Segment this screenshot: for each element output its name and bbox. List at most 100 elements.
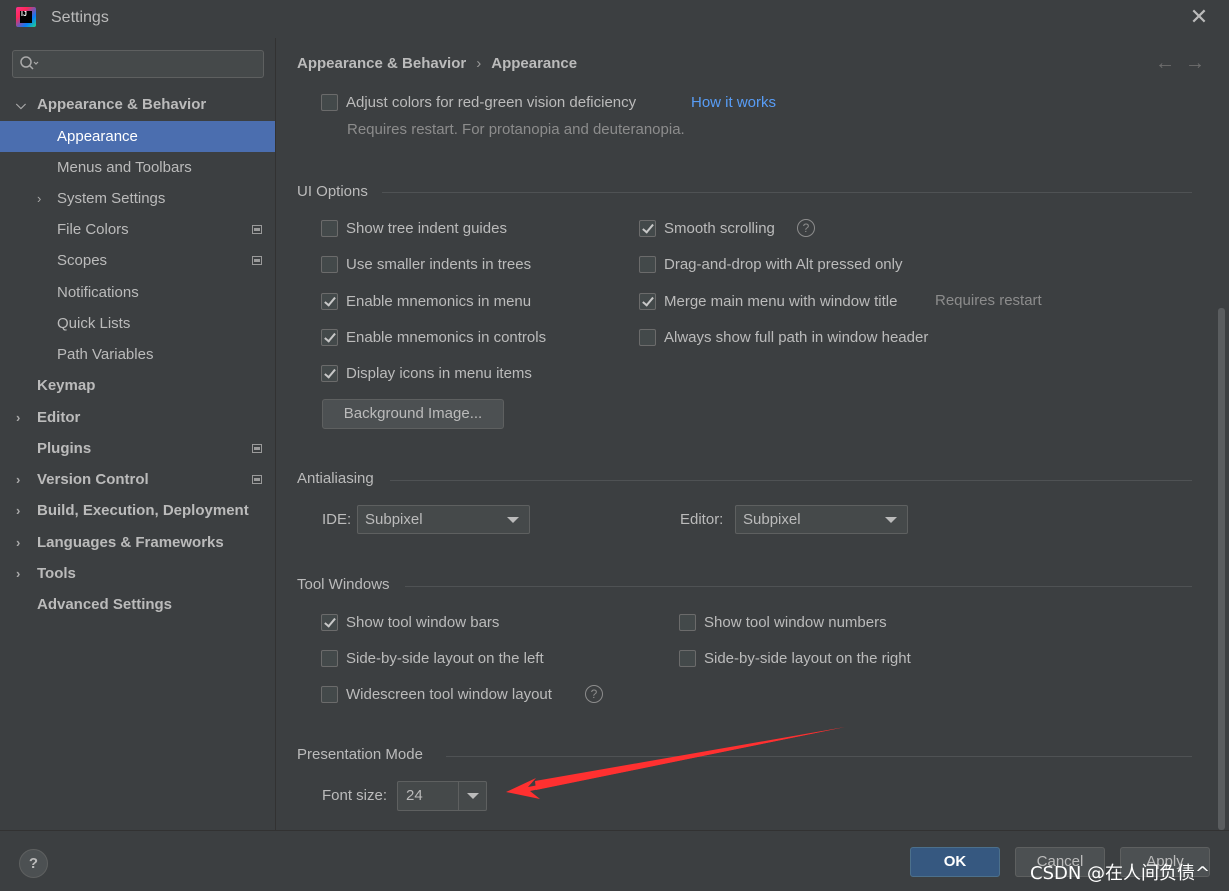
chevron-right-icon[interactable]: › [16,495,30,526]
checkbox[interactable] [679,650,696,667]
editor-antialiasing-select[interactable]: Subpixel [735,505,908,534]
checkbox-checked[interactable] [321,365,338,382]
option-tool-window-bars[interactable]: Show tool window bars [321,612,621,634]
option-tree-indent-guides[interactable]: Show tree indent guides [321,218,621,240]
checkbox[interactable] [321,256,338,273]
option-side-by-side-left[interactable]: Side-by-side layout on the left [321,648,621,670]
antialiasing-title: Antialiasing [297,470,374,487]
option-drag-drop-alt[interactable]: Drag-and-drop with Alt pressed only [639,254,959,276]
sidebar-item-appearance[interactable]: Appearance [0,121,275,152]
checkbox[interactable] [639,256,656,273]
how-it-works-link[interactable]: How it works [691,92,776,114]
vision-deficiency-hint: Requires restart. For protanopia and deu… [347,121,685,138]
editor-antialiasing-value: Subpixel [743,511,801,528]
background-image-button[interactable]: Background Image... [322,399,504,429]
editor-antialiasing-label: Editor: [680,511,724,528]
forward-arrow-icon[interactable]: → [1185,52,1215,74]
checkbox-checked[interactable] [639,220,656,237]
chevron-right-icon[interactable]: › [16,527,30,558]
ui-options-title: UI Options [297,183,368,200]
sidebar-item-keymap[interactable]: Keymap [0,370,275,401]
project-level-icon [252,444,262,453]
breadcrumb-separator: › [476,55,482,72]
settings-sidebar: ⌵ Appearance & Behavior Appearance Menus… [0,38,275,830]
search-field[interactable] [12,50,264,78]
option-full-path-header[interactable]: Always show full path in window header [639,327,979,349]
settings-content: Appearance & Behavior › Appearance ←→ Adju… [275,38,1229,830]
sidebar-item-tools[interactable]: › Tools [0,558,275,589]
chevron-down-icon[interactable]: ⌵ [16,89,30,120]
project-level-icon [252,256,262,265]
window-title: Settings [51,9,109,26]
requires-restart-hint: Requires restart [935,292,1042,309]
watermark-text: CSDN @在人间负债^ [1030,863,1211,884]
checkbox-checked[interactable] [321,329,338,346]
back-arrow-icon[interactable]: ← [1155,52,1185,74]
search-input[interactable] [45,55,255,73]
search-icon [19,55,39,77]
option-mnemonics-controls[interactable]: Enable mnemonics in controls [321,327,621,349]
vision-deficiency-checkbox[interactable] [321,94,338,111]
chevron-right-icon[interactable]: › [16,464,30,495]
option-mnemonics-menu[interactable]: Enable mnemonics in menu [321,291,621,313]
sidebar-item-system-settings[interactable]: › System Settings [0,183,275,214]
section-divider [390,480,1192,481]
option-smooth-scrolling[interactable]: Smooth scrolling ? [639,218,939,240]
sidebar-item-scopes[interactable]: Scopes [0,245,275,276]
font-size-value[interactable]: 24 [406,782,423,810]
help-icon[interactable]: ? [585,685,603,703]
sidebar-item-notifications[interactable]: Notifications [0,277,275,308]
dialog-footer: ? OK Cancel Apply CSDN @在人间负债^ [0,830,1229,891]
combo-divider [458,782,459,810]
sidebar-item-advanced-settings[interactable]: Advanced Settings [0,589,275,620]
font-size-combo[interactable]: 24 [397,781,487,811]
dropdown-arrow-icon[interactable] [467,793,479,799]
sidebar-item-languages-frameworks[interactable]: › Languages & Frameworks [0,527,275,558]
font-size-label: Font size: [322,787,388,804]
option-smaller-indents[interactable]: Use smaller indents in trees [321,254,621,276]
breadcrumb-parent[interactable]: Appearance & Behavior [297,55,466,72]
help-button[interactable]: ? [19,849,48,878]
chevron-right-icon[interactable]: › [16,558,30,589]
chevron-right-icon[interactable]: › [37,183,51,214]
sidebar-item-quick-lists[interactable]: Quick Lists [0,308,275,339]
checkbox[interactable] [321,686,338,703]
project-level-icon [252,475,262,484]
help-icon[interactable]: ? [797,219,815,237]
presentation-mode-title: Presentation Mode [297,746,423,763]
checkbox-checked[interactable] [321,614,338,631]
title-bar: IJ Settings ✕ [0,0,1229,38]
sidebar-item-menus-toolbars[interactable]: Menus and Toolbars [0,152,275,183]
ide-antialiasing-select[interactable]: Subpixel [357,505,530,534]
tool-windows-title: Tool Windows [297,576,390,593]
sidebar-item-version-control[interactable]: › Version Control [0,464,275,495]
vision-deficiency-option[interactable]: Adjust colors for red-green vision defic… [321,92,921,114]
project-level-icon [252,225,262,234]
checkbox[interactable] [679,614,696,631]
option-widescreen-layout[interactable]: Widescreen tool window layout ? [321,684,621,706]
sidebar-item-build-execution-deployment[interactable]: › Build, Execution, Deployment [0,495,275,526]
option-merge-main-menu[interactable]: Merge main menu with window title Requir… [639,291,1099,313]
chevron-right-icon[interactable]: › [16,402,30,433]
checkbox[interactable] [639,329,656,346]
dropdown-arrow-icon [885,517,897,523]
sidebar-item-appearance-behavior[interactable]: ⌵ Appearance & Behavior [0,89,275,120]
option-icons-menu-items[interactable]: Display icons in menu items [321,363,621,385]
option-tool-window-numbers[interactable]: Show tool window numbers [679,612,979,634]
sidebar-item-path-variables[interactable]: Path Variables [0,339,275,370]
checkbox-checked[interactable] [639,293,656,310]
checkbox[interactable] [321,650,338,667]
ide-antialiasing-value: Subpixel [365,511,423,528]
section-divider [382,192,1192,193]
close-icon[interactable]: ✕ [1188,6,1210,28]
vertical-scrollbar[interactable] [1218,308,1225,830]
sidebar-item-editor[interactable]: › Editor [0,402,275,433]
intellij-logo-icon: IJ [16,7,36,27]
checkbox[interactable] [321,220,338,237]
sidebar-item-file-colors[interactable]: File Colors [0,214,275,245]
option-side-by-side-right[interactable]: Side-by-side layout on the right [679,648,979,670]
ide-antialiasing-label: IDE: [322,511,352,528]
checkbox-checked[interactable] [321,293,338,310]
ok-button[interactable]: OK [910,847,1000,877]
sidebar-item-plugins[interactable]: Plugins [0,433,275,464]
